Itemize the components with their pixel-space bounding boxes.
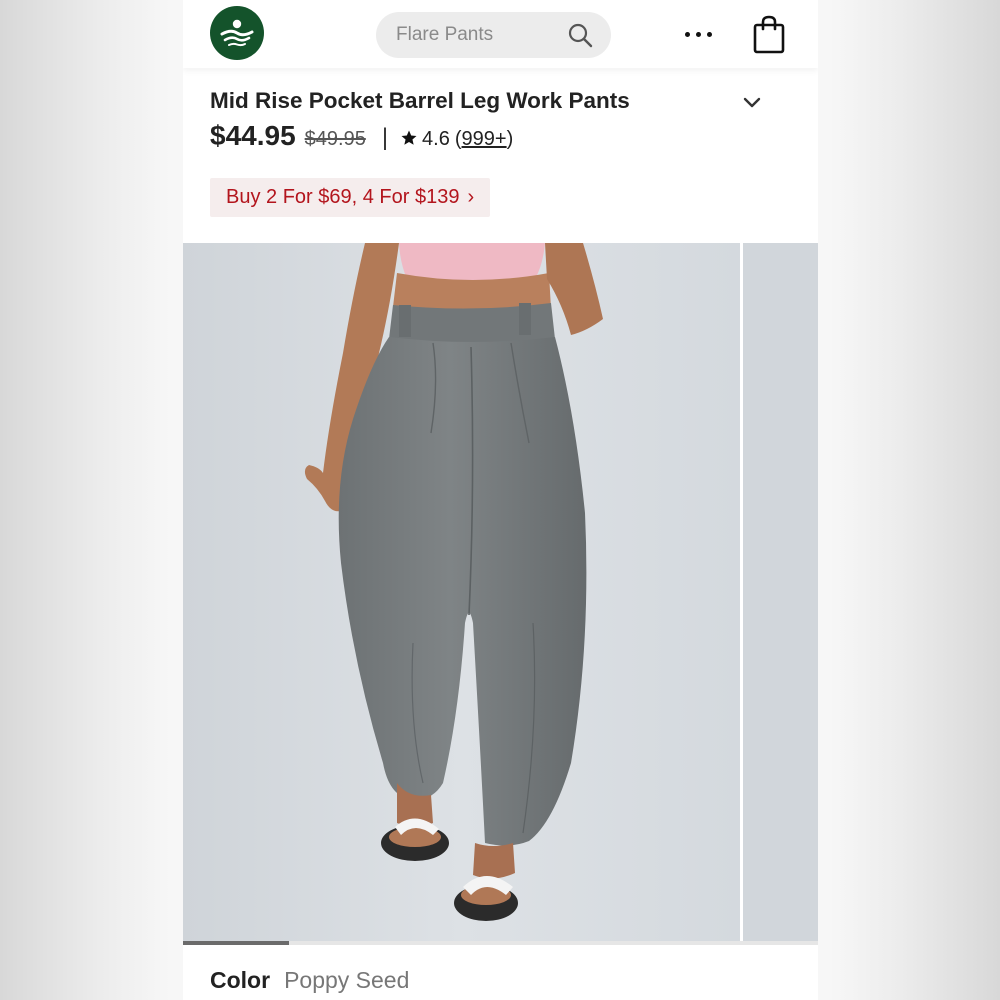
product-title-row: Mid Rise Pocket Barrel Leg Work Pants	[210, 84, 790, 118]
search-icon[interactable]	[567, 22, 593, 48]
search-input[interactable]	[394, 23, 567, 47]
review-paren-open: (	[454, 128, 462, 150]
more-dots-icon[interactable]	[676, 18, 720, 50]
dot	[695, 31, 701, 37]
chevron-right-icon: ›	[467, 186, 475, 208]
dot	[684, 31, 690, 37]
original-price: $49.95	[304, 128, 366, 150]
carousel-progress-fill	[183, 941, 290, 945]
dot	[706, 31, 712, 37]
promo-banner[interactable]: Buy 2 For $69, 4 For $139 ›	[210, 178, 491, 217]
promo-text: Buy 2 For $69, 4 For $139	[226, 186, 460, 208]
product-title: Mid Rise Pocket Barrel Leg Work Pants	[210, 88, 630, 113]
product-image[interactable]	[183, 243, 740, 941]
chevron-down-icon[interactable]	[738, 88, 766, 116]
top-navigation-bar	[183, 0, 818, 68]
review-count[interactable]: 999+	[462, 128, 507, 150]
color-label: Color	[210, 966, 271, 993]
next-product-image[interactable]	[743, 243, 818, 941]
search-bar[interactable]	[376, 12, 611, 58]
current-price: $44.95	[210, 120, 296, 151]
price-rating-row: $44.95 $49.95 | 4.6 (999+)	[210, 120, 513, 164]
review-count-link[interactable]: (999+)	[455, 128, 513, 151]
brand-logo-icon[interactable]	[210, 6, 264, 60]
star-icon	[400, 129, 418, 147]
product-image-carousel[interactable]	[183, 243, 818, 941]
carousel-progress	[183, 941, 818, 945]
product-page: Mid Rise Pocket Barrel Leg Work Pants $4…	[183, 0, 818, 1000]
color-selector-row: Color Poppy Seed	[210, 962, 409, 998]
review-paren-close: )	[506, 128, 514, 150]
shopping-bag-icon[interactable]	[751, 14, 787, 54]
rating-value: 4.6	[422, 128, 450, 150]
separator: |	[381, 124, 389, 151]
color-value: Poppy Seed	[284, 966, 410, 993]
